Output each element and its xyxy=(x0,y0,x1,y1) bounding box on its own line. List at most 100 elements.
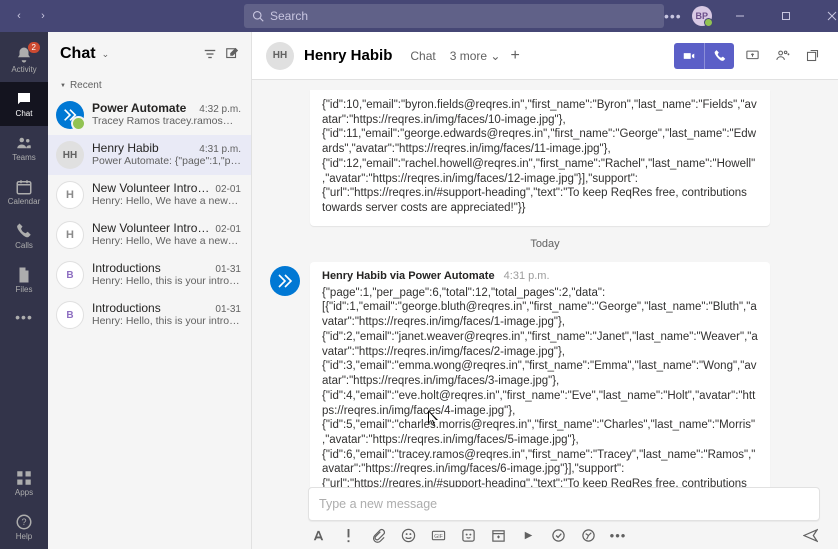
chat-list-item[interactable]: Power Automate 4:32 p.m.Tracey Ramos trac… xyxy=(48,95,251,135)
chat-item-preview: Henry: Hello, this is your introdu… xyxy=(92,315,241,327)
conversation-title: Henry Habib xyxy=(304,47,392,64)
approvals-icon[interactable] xyxy=(550,527,566,543)
chat-list-item[interactable]: H New Volunteer Introduct… 02-01Henry: Hel… xyxy=(48,175,251,215)
message-body: {"page":1,"per_page":6,"total":12,"total… xyxy=(322,286,758,487)
rail-teams-label: Teams xyxy=(12,153,36,162)
chat-list-item[interactable]: B Introductions 01-31Henry: Hello, this is… xyxy=(48,295,251,335)
chat-item-name: Introductions xyxy=(92,301,211,315)
search-placeholder: Search xyxy=(270,9,308,23)
message-input[interactable]: Type a new message xyxy=(308,487,820,521)
recent-section-header[interactable]: ▼ Recent xyxy=(48,76,251,95)
stream-icon[interactable] xyxy=(520,527,536,543)
gif-icon[interactable]: GIF xyxy=(430,527,446,543)
rail-help-label: Help xyxy=(16,532,32,541)
conversation-scroll[interactable]: {"id":10,"email":"byron.fields@reqres.in… xyxy=(252,80,838,487)
chat-item-time: 01-31 xyxy=(215,304,241,315)
rail-calendar[interactable]: Calendar xyxy=(0,170,48,214)
caret-down-icon: ▼ xyxy=(60,83,66,89)
chat-item-name: Power Automate xyxy=(92,101,195,115)
day-separator: Today xyxy=(270,234,820,254)
emoji-icon[interactable] xyxy=(400,527,416,543)
rail-calls[interactable]: Calls xyxy=(0,214,48,258)
attach-icon[interactable] xyxy=(370,527,386,543)
rail-help[interactable]: ? Help xyxy=(0,505,48,549)
rail-more[interactable]: ••• xyxy=(0,302,48,332)
priority-icon[interactable] xyxy=(340,527,356,543)
window-maximize-button[interactable] xyxy=(768,0,804,32)
app-rail: Activity 2 Chat Teams Calendar Calls Fil… xyxy=(0,32,48,549)
chat-item-time: 4:31 p.m. xyxy=(199,144,241,155)
recent-label: Recent xyxy=(70,80,102,91)
rail-calls-label: Calls xyxy=(15,241,33,250)
tab-chat[interactable]: Chat xyxy=(410,49,435,63)
rail-teams[interactable]: Teams xyxy=(0,126,48,170)
chat-item-time: 01-31 xyxy=(215,264,241,275)
rail-chat[interactable]: Chat xyxy=(0,82,48,126)
chat-item-preview: Tracey Ramos tracey.ramos@… xyxy=(92,115,241,127)
chat-item-name: Introductions xyxy=(92,261,211,275)
filter-icon[interactable] xyxy=(203,47,217,61)
message-card[interactable]: {"id":10,"email":"byron.fields@reqres.in… xyxy=(310,90,770,226)
composer-toolbar: GIF ••• xyxy=(308,521,820,543)
message-body: {"id":10,"email":"byron.fields@reqres.in… xyxy=(322,98,758,216)
window-minimize-button[interactable] xyxy=(722,0,758,32)
svg-text:?: ? xyxy=(21,517,26,527)
message-row: Henry Habib via Power Automate 4:31 p.m.… xyxy=(270,262,820,487)
message-sender: Henry Habib via Power Automate xyxy=(322,270,495,282)
chatlist-title-chevron-icon[interactable]: ⌄ xyxy=(102,49,110,60)
global-search[interactable]: Search xyxy=(244,4,664,28)
send-button[interactable] xyxy=(802,527,818,543)
message-card[interactable]: Henry Habib via Power Automate 4:31 p.m.… xyxy=(310,262,770,487)
rail-files[interactable]: Files xyxy=(0,258,48,302)
rail-chat-label: Chat xyxy=(16,109,33,118)
rail-activity[interactable]: Activity 2 xyxy=(0,38,48,82)
chat-item-avatar: B xyxy=(56,301,84,329)
new-chat-icon[interactable] xyxy=(225,47,239,61)
power-automate-avatar-icon xyxy=(270,266,300,296)
user-avatar[interactable]: BP xyxy=(692,6,712,26)
rail-files-label: Files xyxy=(16,285,33,294)
rail-activity-label: Activity xyxy=(11,65,36,74)
video-call-button[interactable] xyxy=(674,43,704,69)
chat-item-avatar: B xyxy=(56,261,84,289)
chat-item-time: 02-01 xyxy=(215,224,241,235)
chat-item-avatar: H xyxy=(56,221,84,249)
message-input-placeholder: Type a new message xyxy=(319,497,437,511)
chat-list-item[interactable]: HHHenry Habib4:31 p.m.Power Automate: {"… xyxy=(48,135,251,175)
chat-item-name: New Volunteer Introduct… xyxy=(92,221,211,235)
message-row: {"id":10,"email":"byron.fields@reqres.in… xyxy=(270,90,820,226)
rail-apps[interactable]: Apps xyxy=(0,461,48,505)
popout-button[interactable] xyxy=(800,44,824,68)
viva-icon[interactable] xyxy=(580,527,596,543)
add-people-button[interactable] xyxy=(770,44,794,68)
nav-back-button[interactable]: ‹ xyxy=(8,5,30,27)
screen-share-button[interactable] xyxy=(740,44,764,68)
schedule-meeting-icon[interactable] xyxy=(490,527,506,543)
chatlist-title: Chat xyxy=(60,45,96,63)
tab-more[interactable]: 3 more ⌄ xyxy=(450,49,501,63)
conversation-header: HH Henry Habib Chat 3 more ⌄ + xyxy=(252,32,838,80)
search-icon xyxy=(252,10,264,22)
audio-call-button[interactable] xyxy=(704,43,734,69)
more-apps-icon[interactable]: ••• xyxy=(610,527,626,543)
sticker-icon[interactable] xyxy=(460,527,476,543)
chat-item-name: New Volunteer Introduct… xyxy=(92,181,211,195)
chat-item-avatar: H xyxy=(56,181,84,209)
conversation-avatar: HH xyxy=(266,42,294,70)
chat-item-preview: Henry: Hello, this is your introdu… xyxy=(92,275,241,287)
add-tab-button[interactable]: + xyxy=(510,47,519,65)
window-close-button[interactable] xyxy=(814,0,838,32)
chat-item-preview: Henry: Hello, We have a new vol… xyxy=(92,235,241,247)
message-time: 4:31 p.m. xyxy=(504,270,550,282)
format-icon[interactable] xyxy=(310,527,326,543)
chat-list-item[interactable]: H New Volunteer Introduct… 02-01Henry: Hel… xyxy=(48,215,251,255)
svg-text:GIF: GIF xyxy=(434,533,443,539)
rail-calendar-label: Calendar xyxy=(8,197,40,206)
chat-item-preview: Henry: Hello, We have a new vol… xyxy=(92,195,241,207)
chat-item-time: 4:32 p.m. xyxy=(199,104,241,115)
chat-item-time: 02-01 xyxy=(215,184,241,195)
nav-forward-button[interactable]: › xyxy=(32,5,54,27)
chat-item-avatar: HH xyxy=(56,141,84,169)
chat-list-item[interactable]: B Introductions 01-31Henry: Hello, this is… xyxy=(48,255,251,295)
more-options-button[interactable]: ••• xyxy=(664,8,682,24)
